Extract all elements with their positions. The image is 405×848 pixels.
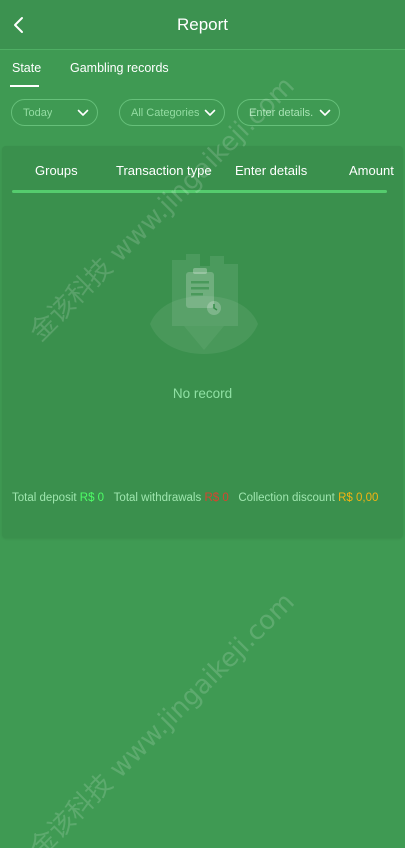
chevron-down-icon <box>319 106 331 118</box>
header-bar: Report <box>0 0 405 50</box>
empty-document-icon <box>144 246 264 366</box>
column-header-amount: Amount <box>349 163 394 178</box>
tab-bar: State Gambling records <box>0 50 405 90</box>
empty-state-text: No record <box>172 386 233 401</box>
total-deposit-label: Total deposit <box>12 492 77 504</box>
filter-bar: Today All Categories Enter details. <box>0 96 405 130</box>
total-deposit-value: R$ 0 <box>79 492 105 504</box>
collection-discount-value: R$ 0,00 <box>338 492 379 504</box>
chevron-down-icon <box>77 106 89 118</box>
totals-summary: Total deposit R$ 0 Total withdrawals R$ … <box>12 492 402 512</box>
category-filter-select[interactable]: All Categories <box>119 99 225 126</box>
column-header-groups: Groups <box>35 163 78 178</box>
collection-discount-label: Collection discount <box>238 492 335 504</box>
table-header-divider <box>12 190 387 193</box>
active-tab-indicator <box>10 85 39 87</box>
total-withdrawals-value: R$ 0 <box>204 492 229 504</box>
column-header-enter-details: Enter details <box>235 163 308 178</box>
table-header: Groups Transaction type Enter details Am… <box>2 146 403 193</box>
total-withdrawals-label: Total withdrawals <box>113 492 202 504</box>
page-title: Report <box>176 15 229 34</box>
date-filter-value: Today <box>23 106 53 119</box>
details-filter-placeholder: Enter details. <box>249 106 314 119</box>
chevron-down-icon <box>204 106 216 118</box>
date-filter-select[interactable]: Today <box>11 99 98 126</box>
report-panel: Groups Transaction type Enter details Am… <box>2 146 403 538</box>
tab-gambling-records[interactable]: Gambling records <box>70 61 169 75</box>
column-header-transaction-type: Transaction type <box>116 163 212 178</box>
tab-state[interactable]: State <box>12 61 41 75</box>
category-filter-value: All Categories <box>131 106 200 119</box>
watermark-text: 金该科技 www.jingaikeji.com <box>24 587 301 848</box>
details-filter-select[interactable]: Enter details. <box>237 99 340 126</box>
